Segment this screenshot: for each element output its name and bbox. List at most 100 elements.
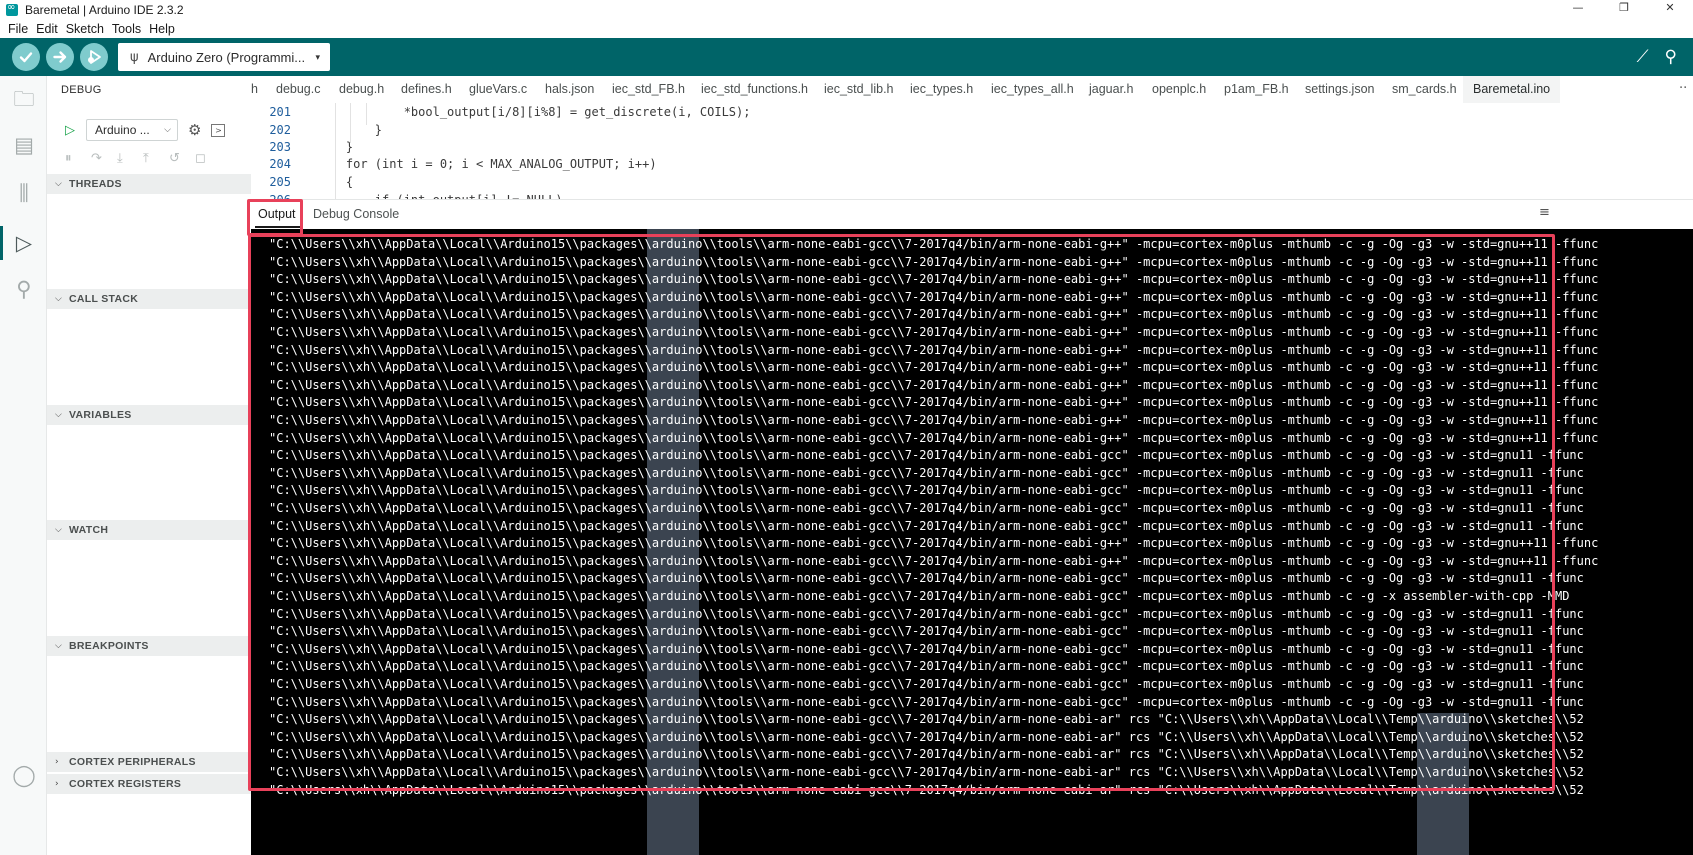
serial-plotter-icon[interactable]: ⟋ <box>1637 47 1649 67</box>
window-controls: — ❐ ✕ <box>1555 0 1693 19</box>
chevron-right-icon: › <box>55 757 59 767</box>
library-icon[interactable]: ⫼ <box>11 180 37 206</box>
title-bar: Baremetal | Arduino IDE 2.3.2 — ❐ ✕ <box>0 0 1693 19</box>
editor-tabs: h debug.c debug.h defines.h glueVars.c h… <box>251 76 1693 103</box>
line-number: 206 <box>251 191 291 199</box>
tab-file[interactable]: debug.c <box>276 76 320 103</box>
active-view-marker <box>0 226 3 260</box>
tab-file[interactable]: hals.json <box>545 76 594 103</box>
step-over-icon[interactable]: ↷ <box>91 151 117 166</box>
maximize-button[interactable]: ❐ <box>1601 0 1647 19</box>
code-line: 204 for (int i = 0; i < MAX_ANALOG_OUTPU… <box>251 155 656 173</box>
debug-button[interactable] <box>80 43 108 71</box>
toolbar-right: ⟋ ⚲ <box>1637 38 1693 76</box>
tab-file[interactable]: p1am_FB.h <box>1224 76 1289 103</box>
close-button[interactable]: ✕ <box>1647 0 1693 19</box>
chevron-right-icon: › <box>55 779 59 789</box>
pause-icon[interactable]: ⏸ <box>65 151 91 166</box>
debug-console-icon[interactable]: > <box>211 123 226 137</box>
verify-button[interactable] <box>12 43 40 71</box>
section-label: BREAKPOINTS <box>69 640 149 652</box>
code-editor[interactable]: 201 *bool_output[i/8][i%8] = get_discret… <box>251 103 1693 199</box>
code-text: if (int_output[i] != NULL) <box>317 191 563 199</box>
restart-icon[interactable]: ↺ <box>169 151 195 166</box>
more-tabs-icon[interactable]: ·· <box>1679 76 1687 101</box>
section-label: CORTEX PERIPHERALS <box>69 756 196 768</box>
section-variables[interactable]: ⌵ VARIABLES <box>47 405 251 425</box>
annotation-highlight-output-tab <box>247 199 303 236</box>
arduino-logo-icon <box>6 2 18 16</box>
sidebar-title: DEBUG <box>61 84 102 96</box>
panel-menu-icon[interactable]: ≡ <box>1539 205 1550 220</box>
line-number: 202 <box>269 123 291 137</box>
gear-icon[interactable]: ⚙ <box>188 121 201 139</box>
tab-file[interactable]: sm_cards.h <box>1392 76 1457 103</box>
menu-edit[interactable]: Edit <box>36 22 58 36</box>
section-breakpoints[interactable]: ⌵ BREAKPOINTS <box>47 636 251 656</box>
menu-bar: File Edit Sketch Tools Help <box>0 19 1693 38</box>
code-text: } <box>317 123 383 137</box>
start-debug-icon[interactable]: ▷ <box>65 123 75 138</box>
tab-file[interactable]: jaguar.h <box>1089 76 1133 103</box>
chevron-down-icon: ⌵ <box>164 125 171 135</box>
section-cortex-registers[interactable]: › CORTEX REGISTERS <box>47 774 251 794</box>
tab-baremetal-ino[interactable]: Baremetal.ino <box>1463 76 1561 103</box>
menu-file[interactable]: File <box>8 22 28 36</box>
section-call-stack[interactable]: ⌵ CALL STACK <box>47 289 251 309</box>
tab-file[interactable]: iec_types_all.h <box>991 76 1074 103</box>
debug-config-select[interactable]: Arduino ... ⌵ <box>86 119 178 141</box>
code-text: *bool_output[i/8][i%8] = get_discrete(i,… <box>317 105 751 119</box>
step-into-icon[interactable]: ⤓ <box>117 151 143 166</box>
section-threads[interactable]: ⌵ THREADS <box>47 174 251 194</box>
code-line: 202 } <box>251 121 382 139</box>
chevron-down-icon: ⌵ <box>55 525 62 535</box>
chevron-down-icon: ⌵ <box>55 410 62 420</box>
tab-file[interactable]: glueVars.c <box>469 76 527 103</box>
panel-header: Output Debug Console ≡ <box>251 199 1693 229</box>
folder-icon[interactable]: 🗀 <box>11 86 37 112</box>
tab-file[interactable]: openplc.h <box>1152 76 1206 103</box>
chevron-down-icon: ⌵ <box>55 294 62 304</box>
debug-controls: ⏸ ↷ ⤓ ⤒ ↺ ◻ <box>65 151 221 166</box>
tab-file[interactable]: iec_std_functions.h <box>701 76 808 103</box>
section-watch[interactable]: ⌵ WATCH <box>47 520 251 540</box>
menu-help[interactable]: Help <box>149 22 175 36</box>
code-line: 203 } <box>251 138 353 156</box>
tab-file[interactable]: defines.h <box>401 76 452 103</box>
tab-file[interactable]: iec_std_lib.h <box>824 76 894 103</box>
debug-sidebar: DEBUG ▷ Arduino ... ⌵ ⚙ > ⏸ ↷ ⤓ ⤒ ↺ ◻ ⌵ … <box>47 76 251 855</box>
tab-file[interactable]: h <box>251 76 258 103</box>
step-out-icon[interactable]: ⤒ <box>143 151 169 166</box>
tab-file[interactable]: settings.json <box>1305 76 1374 103</box>
usb-icon: ψ <box>130 49 139 65</box>
debug-view-icon[interactable]: ▷ <box>11 230 37 256</box>
debug-config-row: ▷ Arduino ... ⌵ ⚙ > <box>65 119 226 141</box>
line-number: 201 <box>269 105 291 119</box>
annotation-highlight-console <box>248 234 1555 791</box>
line-number: 204 <box>269 157 291 171</box>
board-label: Arduino Zero (Programmi... <box>147 49 306 65</box>
tab-file[interactable]: debug.h <box>339 76 384 103</box>
search-icon[interactable]: ⚲ <box>11 276 37 302</box>
code-text: { <box>317 175 354 189</box>
tab-debug-console[interactable]: Debug Console <box>313 207 399 221</box>
debug-config-label: Arduino ... <box>95 123 150 137</box>
menu-sketch[interactable]: Sketch <box>66 22 104 36</box>
serial-monitor-icon[interactable]: ⚲ <box>1665 47 1677 67</box>
section-cortex-peripherals[interactable]: › CORTEX PERIPHERALS <box>47 752 251 772</box>
tab-file[interactable]: iec_std_FB.h <box>612 76 685 103</box>
toolbar: ψ Arduino Zero (Programmi... ▾ ⟋ ⚲ <box>0 38 1693 76</box>
line-number: 205 <box>269 175 291 189</box>
chevron-down-icon: ⌵ <box>55 179 62 189</box>
boards-manager-icon[interactable]: ▤ <box>11 132 37 158</box>
stop-icon[interactable]: ◻ <box>195 151 221 166</box>
chevron-down-icon: ▾ <box>315 51 320 62</box>
board-selector[interactable]: ψ Arduino Zero (Programmi... ▾ <box>118 43 330 71</box>
upload-button[interactable] <box>46 43 74 71</box>
menu-tools[interactable]: Tools <box>112 22 141 36</box>
code-line: 205 { <box>251 173 353 191</box>
minimize-button[interactable]: — <box>1555 0 1601 19</box>
account-icon[interactable]: ◯ <box>11 762 37 788</box>
tab-file[interactable]: iec_types.h <box>910 76 973 103</box>
window-title: Baremetal | Arduino IDE 2.3.2 <box>25 2 184 17</box>
